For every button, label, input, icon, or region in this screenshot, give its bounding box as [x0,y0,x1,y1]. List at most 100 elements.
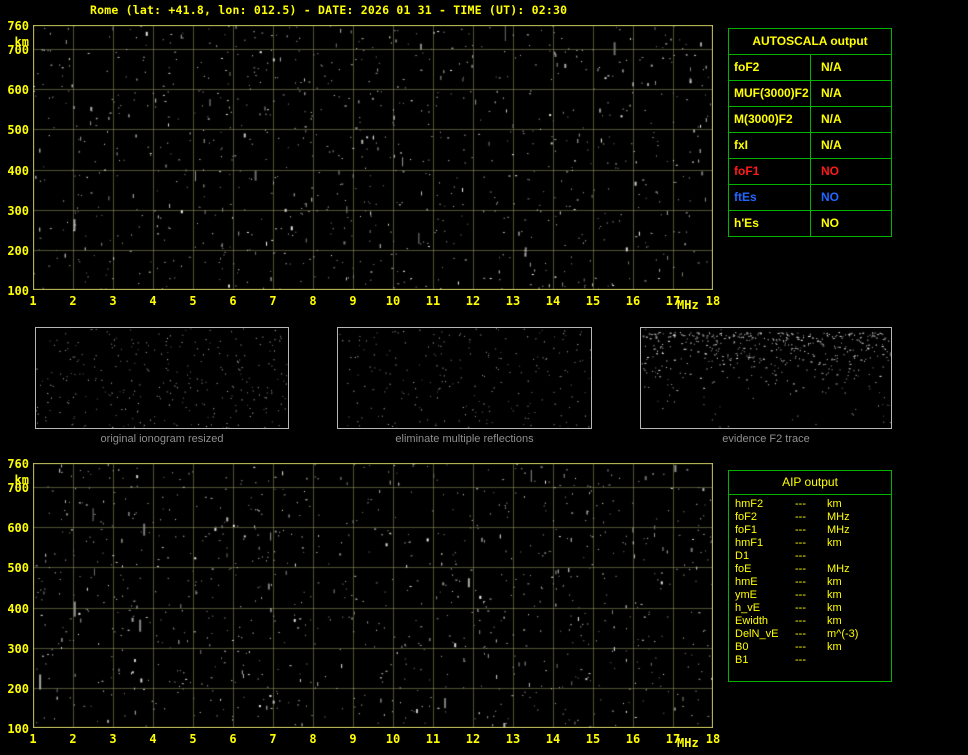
aip-param-value: --- [795,628,806,640]
aip-row: foE --- MHz [729,563,891,576]
aip-row: hmF2 --- km [729,498,891,511]
autoscala-row: h'Es NO [729,211,891,236]
x-axis-tick-label: 11 [425,732,441,746]
x-axis-tick-label: 16 [625,294,641,308]
x-axis-unit-label: MHz [677,736,699,750]
aip-param-unit: km [827,602,842,614]
aip-table-title: AIP output [729,471,891,495]
y-axis-tick-label: 400 [7,601,29,616]
ionogram-plot-secondary [33,463,713,728]
x-axis-tick-label: 2 [69,294,77,308]
autoscala-row: foF2 N/A [729,55,891,81]
aip-param-unit: km [827,498,842,510]
x-axis-tick-label: 15 [585,732,601,746]
aip-row: h_vE --- km [729,602,891,615]
autoscala-row: fxI N/A [729,133,891,159]
aip-param-name: Ewidth [735,615,769,627]
autoscala-param-value: N/A [821,60,842,74]
aip-row: B1 --- [729,654,891,667]
aip-param-name: B1 [735,654,749,666]
aip-param-name: ymE [735,589,757,601]
x-axis-tick-label: 14 [545,732,561,746]
x-axis-tick-label: 14 [545,294,561,308]
x-axis-tick-label: 4 [149,732,157,746]
x-axis-tick-label: 1 [29,732,37,746]
y-axis-tick-label: 300 [7,641,29,656]
aip-param-name: DelN_vE [735,628,779,640]
x-axis-tick-label: 10 [385,732,401,746]
aip-row: hmF1 --- km [729,537,891,550]
panel-caption-original-ionogram: original ionogram resized [100,433,224,445]
x-axis-tick-label: 10 [385,294,401,308]
aip-param-value: --- [795,498,806,510]
aip-param-unit: km [827,537,842,549]
autoscala-param-label: ftEs [729,185,811,210]
aip-param-unit: MHz [827,524,850,536]
panel-eliminate-reflections [337,327,592,429]
x-axis-tick-label: 1 [29,294,37,308]
autoscala-param-value: NO [821,164,839,178]
aip-row: hmE --- km [729,576,891,589]
autoscala-row: foF1 NO [729,159,891,185]
autoscala-param-value: NO [821,190,839,204]
y-axis-tick-label: 300 [7,203,29,218]
x-axis-tick-label: 6 [229,294,237,308]
aip-row: Ewidth --- km [729,615,891,628]
x-axis-tick-label: 3 [109,732,117,746]
aip-param-name: hmF1 [735,537,764,549]
x-axis-unit-label: MHz [677,298,699,312]
aip-param-name: hmF2 [735,498,764,510]
panel-original-ionogram [35,327,289,429]
x-axis-tick-label: 8 [309,294,317,308]
ionogram-plot-main [33,25,713,290]
aip-row: ymE --- km [729,589,891,602]
autoscala-table-rows: foF2 N/A MUF(3000)F2 N/A M(3000)F2 N/A fxI N/A f… [729,55,891,236]
aip-param-value: --- [795,563,806,575]
aip-param-name: h_vE [735,602,761,614]
y-axis-tick-label: 500 [7,123,29,138]
x-axis-tick-label: 9 [349,294,357,308]
aip-param-value: --- [795,537,806,549]
x-axis-tick-label: 12 [465,294,481,308]
autoscala-table-title: AUTOSCALA output [729,29,891,55]
autoscala-param-label: MUF(3000)F2 [729,81,811,106]
x-axis-tick-label: 3 [109,294,117,308]
aip-row: foF2 --- MHz [729,511,891,524]
x-axis-tick-label: 5 [189,732,197,746]
autoscala-row: M(3000)F2 N/A [729,107,891,133]
aip-param-name: hmE [735,576,758,588]
aip-param-value: --- [795,641,806,653]
panel-caption-eliminate-reflections: eliminate multiple reflections [395,433,534,445]
aip-param-unit: m^(-3) [827,628,859,640]
x-axis-tick-label: 18 [705,294,721,308]
station-date-time-header: Rome (lat: +41.8, lon: 012.5) - DATE: 20… [90,3,568,17]
aip-row: D1 --- [729,550,891,563]
autoscala-param-label: h'Es [729,211,811,236]
panel-evidence-f2-trace [640,327,892,429]
x-axis-tick-label: 8 [309,732,317,746]
x-axis-tick-label: 11 [425,294,441,308]
x-axis-tick-label: 15 [585,294,601,308]
aip-param-name: B0 [735,641,749,653]
autoscala-param-label: M(3000)F2 [729,107,811,132]
autoscala-param-label: fxI [729,133,811,158]
x-axis-tick-label: 4 [149,294,157,308]
autoscala-row: MUF(3000)F2 N/A [729,81,891,107]
aip-table-rows: hmF2 --- km foF2 --- MHz foF1 --- MHz hmF1 --- km D1… [729,495,891,667]
autoscala-param-value: N/A [821,138,842,152]
y-axis-tick-label: 400 [7,163,29,178]
y-axis-tick-label: 760 [7,19,29,33]
autoscala-screen: Rome (lat: +41.8, lon: 012.5) - DATE: 20… [0,0,968,755]
aip-param-value: --- [795,589,806,601]
autoscala-param-value: N/A [821,86,842,100]
aip-row: B0 --- km [729,641,891,654]
panel-caption-evidence-f2-trace: evidence F2 trace [722,433,810,445]
aip-param-name: foF1 [735,524,758,536]
autoscala-output-table: AUTOSCALA output foF2 N/A MUF(3000)F2 N/A M(… [728,28,892,237]
autoscala-param-label: foF1 [729,159,811,184]
y-axis-tick-label: 760 [7,457,29,471]
aip-param-unit: MHz [827,511,850,523]
aip-row: DelN_vE --- m^(-3) [729,628,891,641]
y-axis-unit-label: km [14,473,29,487]
x-axis-tick-label: 9 [349,732,357,746]
